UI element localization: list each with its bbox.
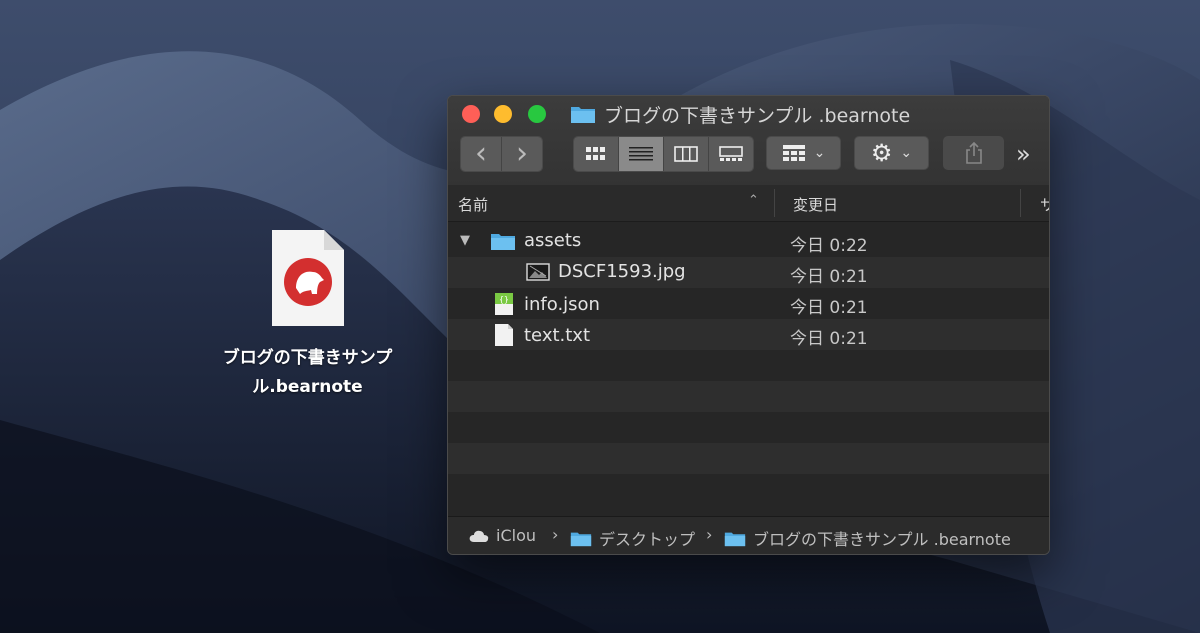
folder-icon — [724, 532, 746, 546]
forward-button[interactable]: › — [502, 137, 542, 171]
svg-text:{}: {} — [499, 295, 509, 304]
column-header: 名前 ⌃ 変更日 サ — [448, 185, 1049, 222]
chevron-left-icon: ‹ — [475, 136, 487, 171]
gear-icon: ⚙ — [870, 139, 893, 167]
columns-icon — [674, 146, 698, 162]
file-date: 今日 0:22 — [790, 236, 868, 256]
chevron-down-icon: ⌄ — [813, 145, 826, 161]
toolbar-overflow-button[interactable]: » — [1016, 140, 1031, 168]
maximize-button[interactable] — [528, 105, 546, 123]
list-icon — [629, 147, 653, 161]
path-bar: iClou › デスクトップ › ブログの下書きサンプル .bearnote — [448, 516, 1049, 554]
minimize-button[interactable] — [494, 105, 512, 123]
nav-buttons: ‹ › — [460, 136, 543, 172]
empty-row — [448, 412, 1049, 443]
column-view-button[interactable] — [664, 137, 709, 171]
empty-row — [448, 474, 1049, 511]
empty-row — [448, 381, 1049, 412]
file-name: assets — [524, 230, 582, 251]
close-button[interactable] — [462, 105, 480, 123]
window-title-text: ブログの下書きサンプル .bearnote — [604, 104, 911, 127]
column-divider[interactable] — [1020, 189, 1021, 217]
file-name: DSCF1593.jpg — [558, 261, 686, 282]
list-item[interactable]: {} info.json 今日 0:21 — [448, 288, 1049, 319]
chevron-down-icon: ⌄ — [900, 145, 913, 161]
list-view-button[interactable] — [619, 137, 664, 171]
icon-view-button[interactable] — [574, 137, 619, 171]
path-item-bearnote[interactable]: ブログの下書きサンプル .bearnote — [724, 526, 1011, 550]
gallery-view-button[interactable] — [709, 137, 753, 171]
action-button[interactable]: ⚙ ⌄ — [854, 136, 929, 170]
file-list: ▼ assets 今日 0:22 DSCF1593.jpg 今日 0:21 {}… — [448, 226, 1049, 511]
path-item-desktop[interactable]: デスクトップ — [570, 526, 695, 550]
column-divider[interactable] — [774, 189, 775, 217]
bearnote-file-icon — [270, 228, 346, 328]
file-date: 今日 0:21 — [790, 267, 868, 287]
text-file-icon — [495, 324, 513, 346]
sort-ascending-icon: ⌃ — [748, 193, 759, 208]
image-file-icon — [526, 262, 550, 281]
folder-icon — [491, 233, 515, 250]
empty-row — [448, 350, 1049, 381]
disclosure-triangle-icon[interactable]: ▼ — [460, 233, 470, 248]
column-third-header[interactable]: サ — [1040, 194, 1049, 215]
file-date: 今日 0:21 — [790, 298, 868, 318]
desktop-file-label: ブログの下書きサンプル.bearnote — [222, 348, 393, 397]
path-separator-icon: › — [706, 525, 713, 544]
folder-icon — [571, 107, 595, 123]
share-button[interactable] — [943, 136, 1004, 170]
list-item[interactable]: DSCF1593.jpg 今日 0:21 — [448, 257, 1049, 288]
file-name: text.txt — [524, 324, 591, 346]
list-item[interactable]: text.txt 今日 0:21 — [448, 319, 1049, 350]
cloud-icon — [469, 530, 489, 542]
finder-window[interactable]: ブログの下書きサンプル .bearnote ‹ › ⌄ ⚙ ⌄ » 名前 ⌃ 変… — [447, 95, 1050, 555]
json-file-icon: {} — [495, 293, 513, 315]
column-modified-header[interactable]: 変更日 — [793, 194, 838, 215]
empty-row — [448, 443, 1049, 474]
path-item-icloud[interactable]: iClou — [468, 526, 536, 545]
column-name-header[interactable]: 名前 — [458, 194, 488, 215]
list-item[interactable]: ▼ assets 今日 0:22 — [448, 226, 1049, 257]
grid-icon — [586, 147, 605, 160]
gallery-icon — [719, 146, 743, 161]
group-icon — [782, 145, 805, 161]
view-mode-control — [573, 136, 754, 172]
window-title: ブログの下書きサンプル .bearnote — [570, 102, 911, 127]
window-titlebar: ブログの下書きサンプル .bearnote ‹ › ⌄ ⚙ ⌄ » — [448, 96, 1049, 186]
file-name: info.json — [524, 293, 600, 315]
desktop-file-item[interactable]: ブログの下書きサンプル.bearnote — [205, 228, 410, 402]
share-icon — [965, 142, 982, 164]
group-button[interactable]: ⌄ — [766, 136, 841, 170]
chevron-right-icon: › — [516, 136, 528, 171]
back-button[interactable]: ‹ — [461, 137, 502, 171]
path-separator-icon: › — [552, 525, 559, 544]
file-date: 今日 0:21 — [790, 329, 868, 349]
folder-icon — [570, 532, 592, 546]
